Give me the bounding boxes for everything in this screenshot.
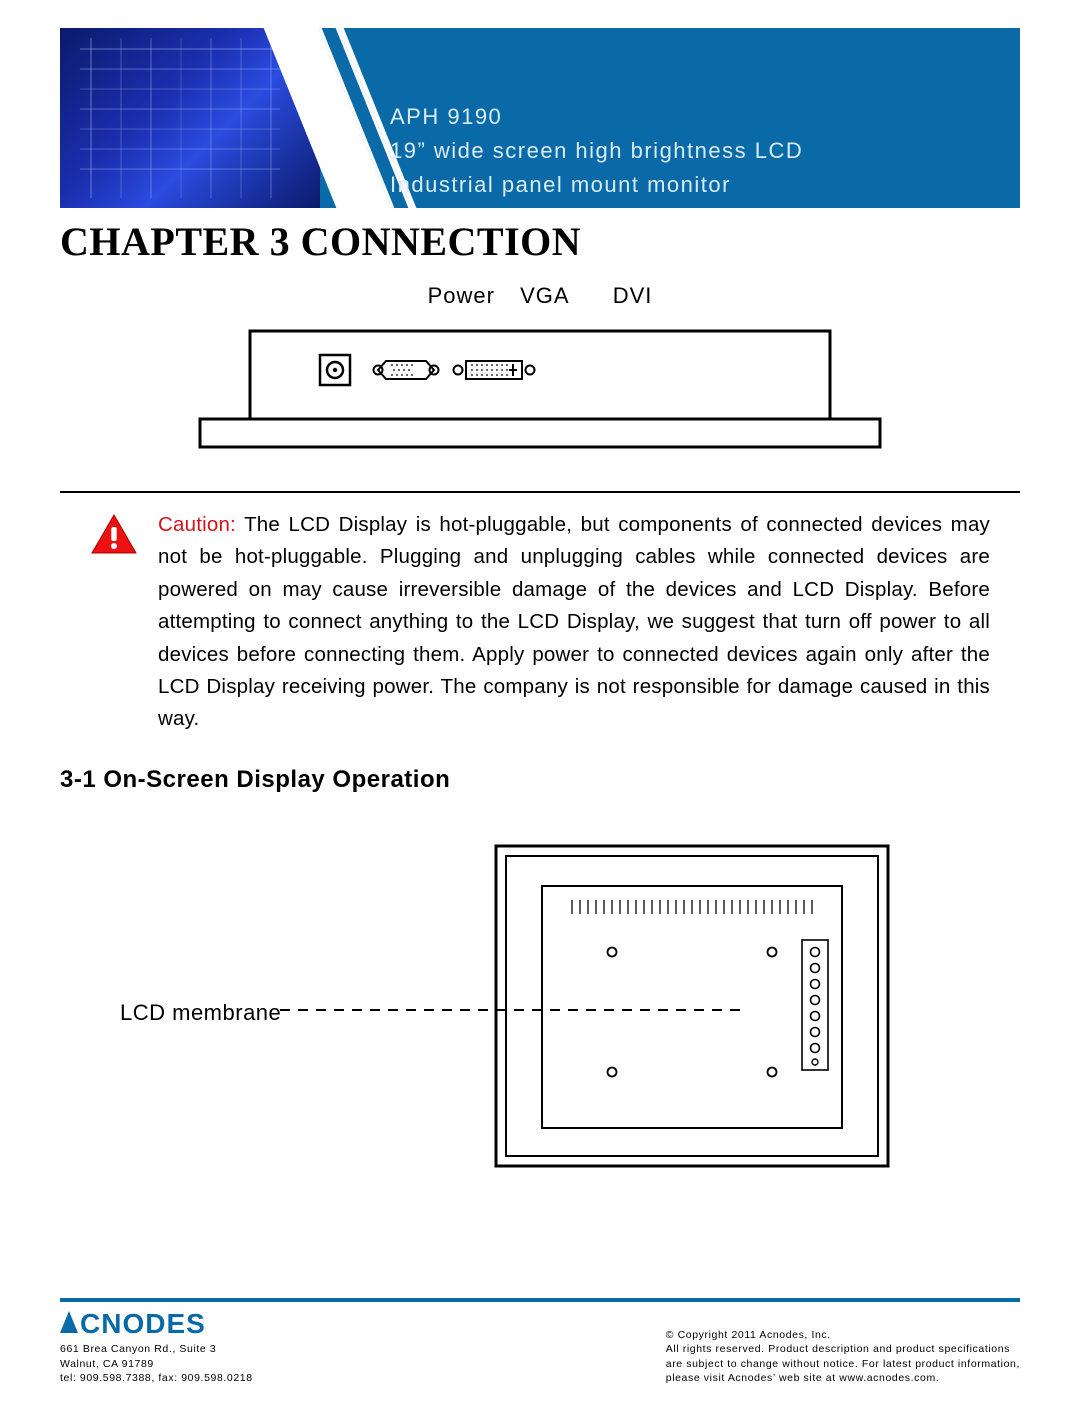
connector-labels: Power VGA DVI [190,283,890,309]
label-power: Power [428,283,495,309]
addr-line-1: 661 Brea Canyon Rd., Suite 3 [60,1342,253,1356]
addr-line-3: tel: 909.598.7388, fax: 909.598.0218 [60,1371,253,1385]
label-vga: VGA [520,283,569,309]
logo-text: CNODES [80,1308,206,1340]
caution-body: The LCD Display is hot-pluggable, but co… [158,513,990,730]
acnodes-logo: CNODES [60,1308,253,1340]
product-model: APH 9190 [390,100,1000,134]
addr-line-2: Walnut, CA 91789 [60,1357,253,1371]
header-banner: APH 9190 19” wide screen high brightness… [60,28,1020,208]
label-dvi: DVI [613,283,653,309]
product-desc-2: Industrial panel mount monitor [390,168,1000,202]
footer-address: 661 Brea Canyon Rd., Suite 3 Walnut, CA … [60,1342,253,1385]
divider [60,491,1020,493]
footer: CNODES 661 Brea Canyon Rd., Suite 3 Waln… [60,1298,1020,1385]
product-desc-1: 19” wide screen high brightness LCD [390,134,1000,168]
copy-line-4: please visit Acnodes’ web site at www.ac… [666,1371,1020,1385]
chapter-title: CHAPTER 3 CONNECTION [60,218,1020,265]
copy-line-3: are subject to change without notice. Fo… [666,1357,1020,1371]
monitor-rear-svg [492,842,892,1182]
banner-text: APH 9190 19” wide screen high brightness… [390,100,1000,202]
lcd-membrane-label: LCD membrane [120,1000,281,1026]
caution-lead: Caution: [158,513,236,536]
section-3-1-heading: 3-1 On-Screen Display Operation [60,766,1020,794]
connector-panel-svg [190,315,890,465]
osd-diagram: LCD membrane [60,842,1020,1212]
copy-line-2: All rights reserved. Product description… [666,1342,1020,1356]
footer-copyright: © Copyright 2011 Acnodes, Inc. All right… [666,1328,1020,1385]
copy-line-1: © Copyright 2011 Acnodes, Inc. [666,1328,1020,1342]
logo-caret-icon [60,1311,78,1333]
caution-text: Caution: The LCD Display is hot-pluggabl… [158,509,990,736]
connector-diagram: Power VGA DVI [190,283,890,465]
footer-rule [60,1298,1020,1302]
footer-left: CNODES 661 Brea Canyon Rd., Suite 3 Waln… [60,1308,253,1385]
warning-icon [90,513,138,557]
caution-block: Caution: The LCD Display is hot-pluggabl… [90,509,990,736]
